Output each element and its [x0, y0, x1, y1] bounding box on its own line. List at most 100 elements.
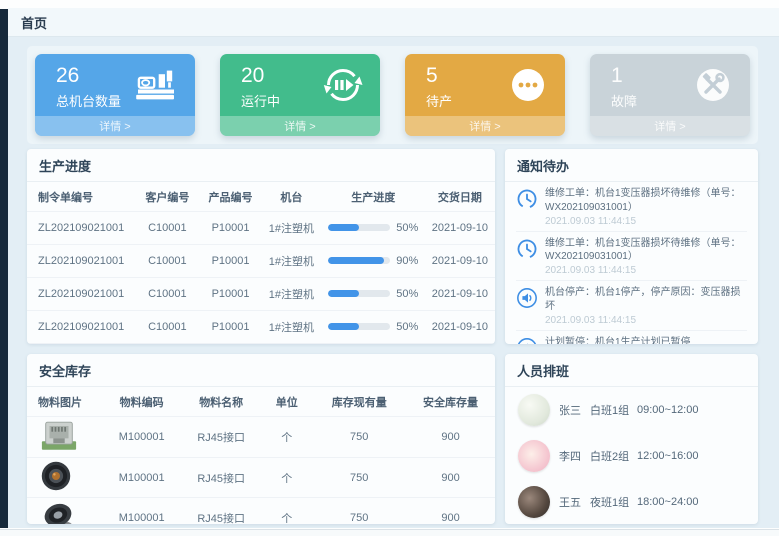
- progress-track: [328, 224, 390, 231]
- notification-item[interactable]: 维修工单：机台1变压器损坏待维修（单号：WX202109031001） 2021…: [516, 232, 747, 282]
- table-row: ZL202109021001 C10001 P10001 1#注塑机 50% 2…: [27, 278, 495, 311]
- notification-text: 维修工单：机台1变压器损坏待维修（单号：WX202109031001）: [545, 187, 747, 215]
- person-shift: 白班2组: [590, 448, 637, 464]
- notification-body: 维修工单：机台1变压器损坏待维修（单号：WX202109031001） 2021…: [545, 237, 747, 277]
- schedule-row: 王五 夜班1组 18:00~24:00: [505, 479, 758, 524]
- due-date-cell: 2021-09-10: [425, 344, 495, 345]
- material-code-cell: M100001: [102, 498, 182, 525]
- person-shift: 夜班1组: [590, 494, 637, 510]
- progress-track: [328, 323, 390, 330]
- progress-label: 50%: [396, 321, 418, 333]
- speaker-icon: [516, 286, 538, 326]
- round-speaker-photo: [40, 483, 72, 495]
- table-row: ZL202109021001 C10001 P10001 1#注塑机 90% 2…: [27, 245, 495, 278]
- notification-item[interactable]: 维修工单：机台1变压器损坏待维修（单号：WX202109031001） 2021…: [516, 182, 747, 232]
- col-progress: 生产进度: [322, 182, 425, 212]
- product-no-cell: P10001: [200, 311, 261, 344]
- order-no-cell: ZL202109021001: [27, 344, 135, 345]
- safety-stock-cell: 900: [406, 417, 495, 458]
- stat-card-body: 5 待产: [405, 54, 565, 116]
- material-name-cell: RJ45接口: [181, 498, 261, 525]
- col-unit: 单位: [261, 387, 312, 417]
- material-code-cell: M100001: [102, 417, 182, 458]
- rj45-connector-photo: [40, 443, 78, 455]
- col-safety-stock: 安全库存量: [406, 387, 495, 417]
- dashboard-content: 26 总机台数量 详情 >: [8, 37, 779, 528]
- material-name-cell: RJ45接口: [181, 458, 261, 498]
- unit-cell: 个: [261, 458, 312, 498]
- customer-no-cell: C10001: [135, 278, 201, 311]
- pending-detail-link[interactable]: 详情 >: [405, 116, 565, 136]
- tab-home[interactable]: 首页: [21, 13, 47, 32]
- col-material-image: 物料图片: [27, 387, 102, 417]
- material-image-cell: [27, 498, 102, 525]
- progress-fill: [328, 257, 384, 264]
- machine-cell: 1#注塑机: [261, 344, 322, 345]
- window-bottom-edge: [0, 529, 779, 536]
- notification-text: 计划暂停：机台1生产计划已暂停: [545, 336, 691, 344]
- schedule-row: 李四 白班2组 12:00~16:00: [505, 433, 758, 479]
- stat-card-running[interactable]: 20 运行中 详情 >: [220, 54, 380, 136]
- total-machines-label: 总机台数量: [56, 91, 121, 110]
- order-no-cell: ZL202109021001: [27, 245, 135, 278]
- machine-cell: 1#注塑机: [261, 311, 322, 344]
- pending-label: 待产: [426, 91, 452, 110]
- notification-time: 2021.09.03 11:44:15: [545, 315, 747, 326]
- fault-detail-link[interactable]: 详情 >: [590, 116, 750, 136]
- safety-stock-title: 安全库存: [27, 354, 495, 387]
- tools-icon: [693, 65, 733, 110]
- production-progress-table: 制令单编号 客户编号 产品编号 机台 生产进度 交货日期 ZL202109021…: [27, 182, 495, 344]
- running-label: 运行中: [241, 91, 280, 110]
- person-shift-time: 09:00~12:00: [637, 404, 698, 416]
- notification-item[interactable]: 计划暂停：机台1生产计划已暂停 2021.09.03 11:44:15: [516, 331, 747, 344]
- running-detail-link[interactable]: 详情 >: [220, 116, 380, 136]
- person-shift-time: 18:00~24:00: [637, 496, 698, 508]
- progress-label: 90%: [396, 255, 418, 267]
- sidebar-strip[interactable]: [0, 9, 8, 528]
- total-machines-detail-link[interactable]: 详情 >: [35, 116, 195, 136]
- col-machine: 机台: [261, 182, 322, 212]
- notification-item[interactable]: 机台停产：机台1停产，停产原因：变压器损坏 2021.09.03 11:44:1…: [516, 281, 747, 331]
- running-value: 20: [241, 64, 280, 87]
- stat-card-body: 1 故障: [590, 54, 750, 116]
- pending-value: 5: [426, 64, 452, 87]
- stock-on-hand-cell: 750: [312, 417, 406, 458]
- product-no-cell: P10001: [200, 245, 261, 278]
- notification-time: 2021.09.03 11:44:15: [545, 216, 747, 227]
- table-header-row: 制令单编号 客户编号 产品编号 机台 生产进度 交货日期: [27, 182, 495, 212]
- safety-stock-cell: 900: [406, 498, 495, 525]
- progress-fill: [328, 323, 359, 330]
- stat-card-fault[interactable]: 1 故障 详情 >: [590, 54, 750, 136]
- progress-label: 50%: [396, 222, 418, 234]
- machine-cell: 1#注塑机: [261, 278, 322, 311]
- order-no-cell: ZL202109021001: [27, 311, 135, 344]
- production-progress-title: 生产进度: [27, 149, 495, 182]
- progress-cell: 50%: [322, 212, 425, 245]
- table-row: M100001 RJ45接口 个 750 900: [27, 458, 495, 498]
- progress-label: 50%: [396, 288, 418, 300]
- product-no-cell: P10001: [200, 212, 261, 245]
- machine-cell: 1#注塑机: [261, 212, 322, 245]
- stat-card-pending[interactable]: 5 待产 详情 >: [405, 54, 565, 136]
- progress-track: [328, 290, 390, 297]
- schedule-row: 张三 白班1组 09:00~12:00: [505, 387, 758, 433]
- table-row: M100001 RJ45接口 个 750 900: [27, 417, 495, 458]
- safety-stock-table: 物料图片 物料编码 物料名称 单位 库存现有量 安全库存量 M100001 RJ…: [27, 387, 495, 524]
- person-shift: 白班1组: [590, 402, 637, 418]
- table-row: M100001 RJ45接口 个 750 900: [27, 498, 495, 525]
- speaker-icon: [516, 336, 538, 344]
- stat-card-total-machines[interactable]: 26 总机台数量 详情 >: [35, 54, 195, 136]
- notification-body: 维修工单：机台1变压器损坏待维修（单号：WX202109031001） 2021…: [545, 187, 747, 227]
- fault-label: 故障: [611, 91, 637, 110]
- notification-time: 2021.09.03 11:44:15: [545, 265, 747, 276]
- fault-value: 1: [611, 64, 637, 87]
- col-due-date: 交货日期: [425, 182, 495, 212]
- product-no-cell: P10001: [200, 344, 261, 345]
- order-no-cell: ZL202109021001: [27, 278, 135, 311]
- progress-fill: [328, 290, 359, 297]
- progress-cell: 90%: [322, 245, 425, 278]
- safety-stock-cell: 900: [406, 458, 495, 498]
- col-material-code: 物料编码: [102, 387, 182, 417]
- col-material-name: 物料名称: [181, 387, 261, 417]
- machine-icon: [134, 67, 178, 108]
